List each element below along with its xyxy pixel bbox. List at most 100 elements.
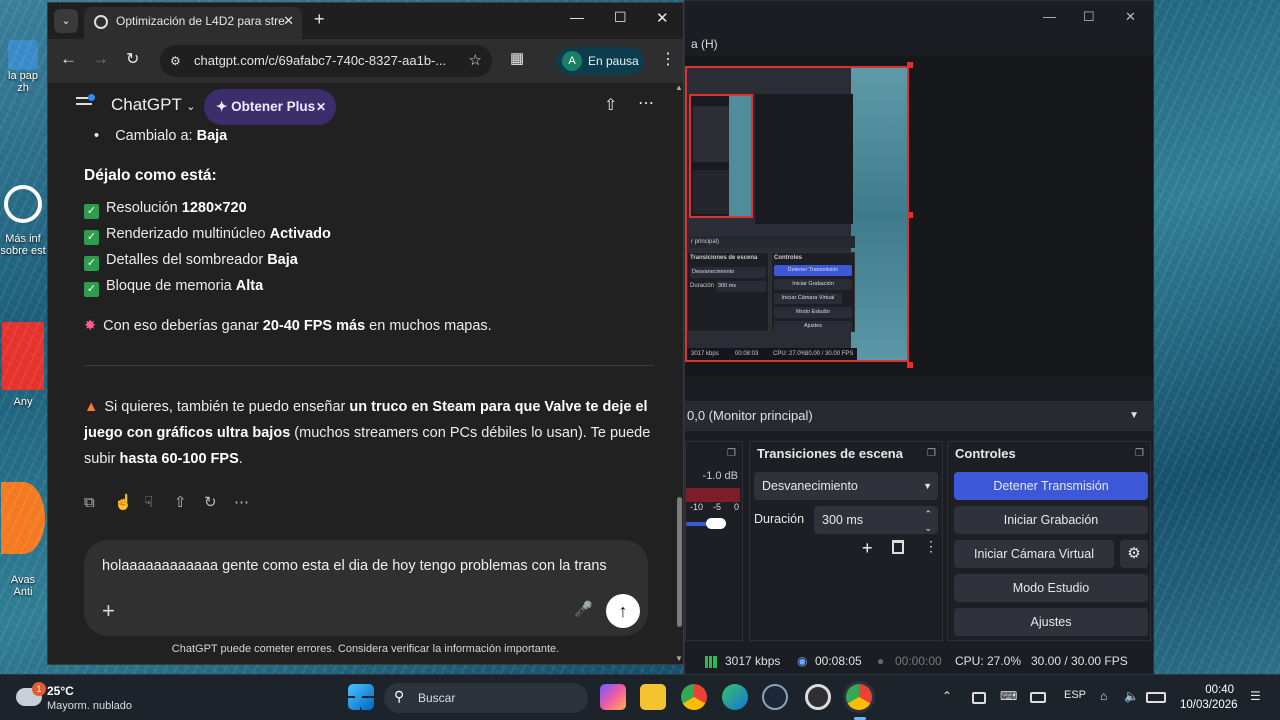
resize-handle[interactable] [907,362,913,368]
more-horizontal-icon[interactable]: ⋯ [638,93,654,113]
minimize-icon[interactable]: — [1043,9,1056,24]
notifications-icon[interactable]: ☰ [1250,689,1261,703]
stop-streaming-button[interactable]: Detener Transmisión [954,472,1148,500]
regenerate-icon[interactable]: ↻ [204,490,217,516]
thumbs-down-icon[interactable]: ☟ [144,490,153,516]
studio-mode-button[interactable]: Modo Estudio [954,574,1148,602]
url-text: chatgpt.com/c/69afabc7-740c-8327-aa1b-..… [194,53,447,68]
volume-slider-handle[interactable] [706,518,726,529]
weather-widget[interactable]: 1 25°C Mayorm. nublado [14,682,164,716]
bullet-value: Baja [196,128,228,144]
wifi-icon[interactable]: ⌂ [1100,689,1107,703]
microphone-icon[interactable]: 🎤 [574,600,593,618]
tray-app-icon[interactable] [972,692,986,704]
close-icon[interactable]: ✕ [316,89,326,125]
tab-search-icon[interactable]: ⌄ [54,9,78,33]
duration-value: 300 ms [822,513,863,527]
maximize-icon[interactable]: ☐ [1083,9,1095,25]
copy-icon[interactable]: ⧉ [84,490,95,516]
close-icon[interactable]: ✕ [1125,9,1136,25]
duration-spinbox[interactable]: 300 ms ⌃ ⌄ [814,506,938,534]
site-info-icon[interactable]: ⚙ [170,45,181,77]
desktop-icon-avast[interactable]: Avas Anti [0,482,46,602]
scroll-thumb[interactable] [677,497,682,627]
close-tab-icon[interactable]: ✕ [283,7,294,35]
message-composer[interactable]: holaaaaaaaaaaaa gente como esta el dia d… [84,540,648,636]
settings-button[interactable]: Ajustes [954,608,1148,636]
maximize-icon[interactable]: ☐ [614,9,627,26]
chrome-icon[interactable] [681,684,707,710]
scrollbar[interactable]: ▲ ▼ [675,83,683,663]
divider [84,365,654,366]
copilot-icon[interactable] [600,684,626,710]
chevron-up-icon[interactable]: ⌃ [942,689,952,703]
start-icon[interactable] [348,684,374,710]
more-vertical-icon[interactable]: ⋮ [924,538,938,555]
search-label: Buscar [418,691,456,705]
audio-mixer-dock: ❐ -1.0 dB -10 -5 0 [685,441,743,641]
file-explorer-icon[interactable] [640,684,666,710]
message-actions: ⧉ ☝ ☟ ⇧ ↻ ⋯ [84,490,654,516]
back-icon[interactable]: ← [60,49,77,69]
start-virtual-camera-button[interactable]: Iniciar Cámara Virtual [954,540,1114,568]
language-indicator[interactable]: ESP [1064,689,1086,701]
tick-label: 0 [734,502,740,512]
obs-icon[interactable] [805,684,831,710]
desktop-icon-anydesk[interactable]: Any [0,322,46,432]
share-icon[interactable]: ⇧ [604,95,617,115]
more-vertical-icon[interactable]: ⋮ [660,49,676,69]
steam-icon[interactable] [762,684,788,710]
more-horizontal-icon[interactable]: ⋯ [234,490,249,516]
keyboard-icon[interactable]: ⌨ [1000,689,1017,703]
mini-cpu: CPU: 27.0% [773,351,807,357]
minimize-icon[interactable]: — [570,9,584,25]
send-button[interactable]: ↑ [606,594,640,628]
address-bar[interactable]: ⚙ chatgpt.com/c/69afabc7-740c-8327-aa1b-… [160,45,492,77]
desktop-icon-info[interactable]: Más inf sobre est [0,185,46,285]
taskbar-search[interactable]: ⚲ Buscar [384,683,588,713]
mini-fps: 30.00 / 30.00 FPS [805,351,854,357]
chrome-profile-icon[interactable] [846,684,872,710]
chat-message: • Cambialo a: Baja Déjalo como está: ✓ Re… [84,128,654,516]
monitor-select[interactable]: 0,0 (Monitor principal) ▼ [685,401,1153,431]
scroll-down-icon[interactable]: ▼ [675,654,683,663]
forward-icon[interactable]: → [92,49,109,69]
share-icon[interactable]: ⇧ [174,490,187,516]
dock-pin-icon[interactable]: ❐ [727,442,736,466]
fps-readout: 30.00 / 30.00 FPS [1031,654,1128,668]
transition-select[interactable]: Desvanecimiento ▼ [754,472,938,500]
resize-handle[interactable] [907,212,913,218]
thumbs-up-icon[interactable]: ☝ [114,490,133,516]
profile-button[interactable]: A En pausa [556,47,644,75]
gear-icon[interactable]: ⚙ [1120,540,1148,568]
volume-icon[interactable]: 🔈 [1124,689,1139,703]
start-recording-button[interactable]: Iniciar Grabación [954,506,1148,534]
dock-pin-icon[interactable]: ❐ [1135,442,1144,466]
battery-icon[interactable] [1146,692,1166,703]
obs-menubar[interactable]: a (H) [685,33,1153,55]
resize-handle[interactable] [907,62,913,68]
dock-pin-icon[interactable]: ❐ [927,442,936,466]
trash-icon[interactable] [892,540,904,554]
tab-chatgpt[interactable]: Optimización de L4D2 para stre ✕ [84,7,302,39]
clock[interactable]: 00:40 10/03/2026 [1180,683,1238,713]
reload-icon[interactable]: ↻ [126,49,139,69]
model-selector[interactable]: ChatGPT ⌄ [111,95,196,115]
bookmark-star-icon[interactable]: ☆ [469,45,482,77]
add-icon[interactable]: + [862,538,873,559]
mini-status: 3017 kbps 00:08:03 CPU: 27.0% 30.00 / 30… [687,348,857,360]
scroll-up-icon[interactable]: ▲ [675,83,683,92]
stream-time: 00:08:05 [815,654,862,668]
desktop-icon-folder[interactable]: la pap zh [0,40,46,100]
extensions-icon[interactable]: ▦ [510,49,524,67]
obs-preview[interactable]: r principal) Transiciones de escena Desv… [685,56,1153,376]
get-plus-button[interactable]: ✦ Obtener Plus ✕ [204,89,336,125]
composer-input[interactable]: holaaaaaaaaaaaa gente como esta el dia d… [102,558,642,574]
mini-vcam: Iniciar Cámara Virtual [774,293,842,304]
add-attachment-icon[interactable]: + [102,598,115,624]
display-icon[interactable] [1030,692,1046,703]
new-tab-icon[interactable]: + [314,9,325,30]
controls-dock: Controles ❐ Detener Transmisión Iniciar G… [947,441,1151,641]
close-window-icon[interactable]: ✕ [656,9,669,27]
edge-icon[interactable] [722,684,748,710]
